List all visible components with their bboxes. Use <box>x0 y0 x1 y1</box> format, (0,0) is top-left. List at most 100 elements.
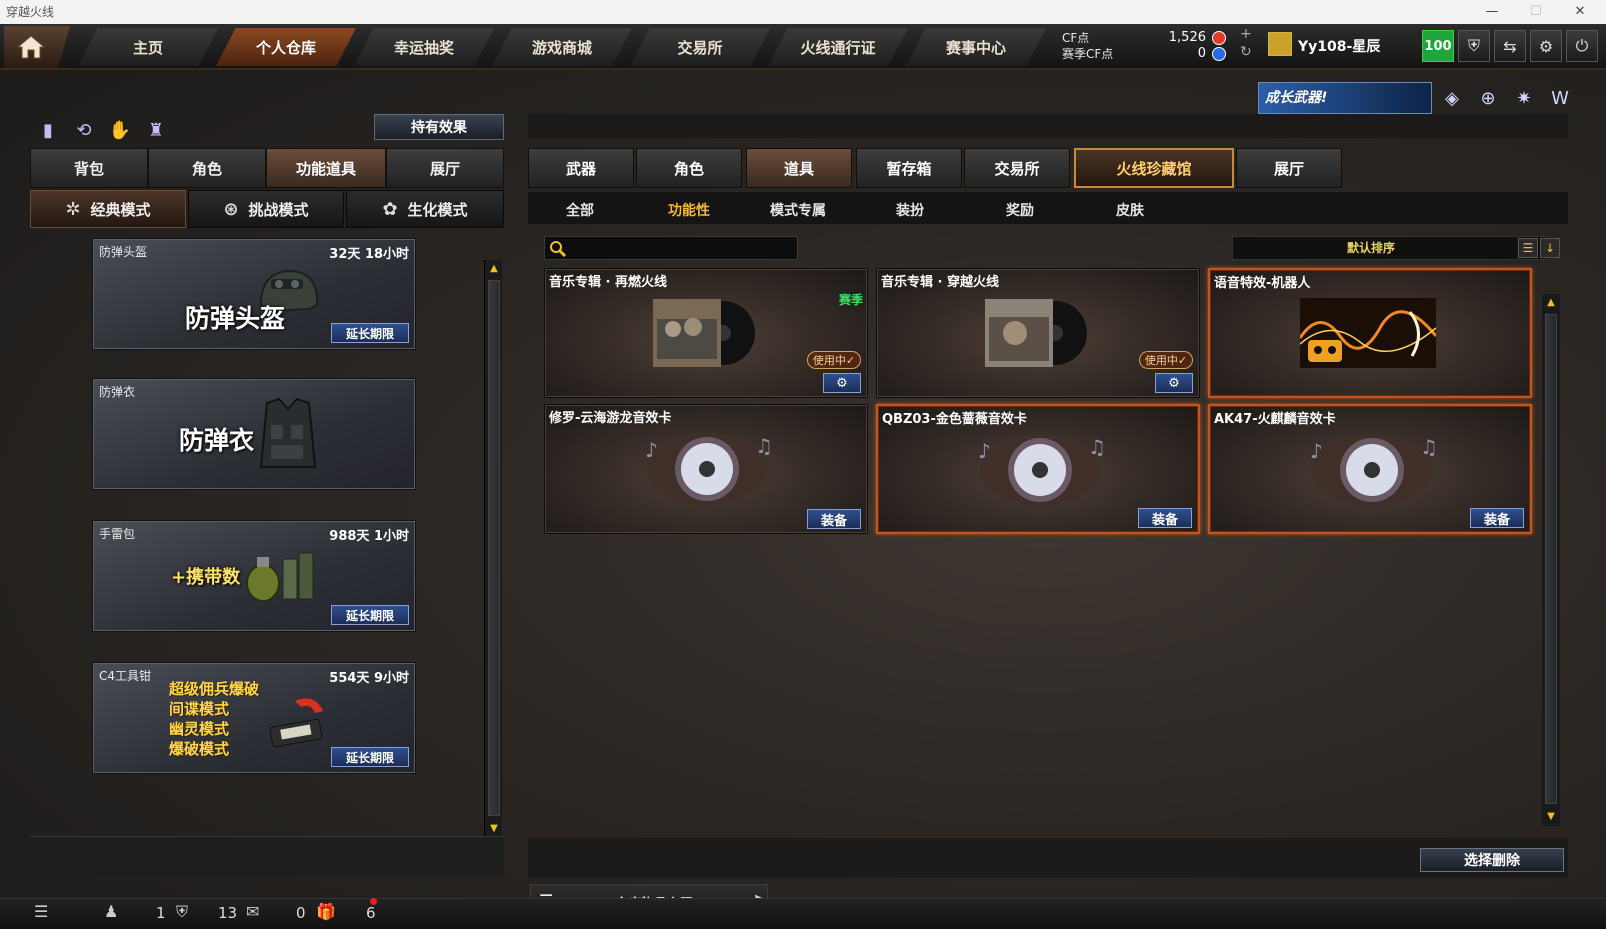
vest-icon <box>259 397 317 468</box>
switch-icon[interactable]: ⇆ <box>1494 30 1526 62</box>
mode-classic[interactable]: ✲ 经典模式 <box>30 190 186 228</box>
tab-roles[interactable]: 角色 <box>636 148 742 188</box>
bag-icon[interactable]: ♜ <box>142 116 170 144</box>
equip-button[interactable]: 装备 <box>1138 508 1192 528</box>
scroll-thumb[interactable] <box>1545 314 1557 804</box>
add-points-icon[interactable]: + <box>1240 26 1252 42</box>
close-icon[interactable]: ✕ <box>1558 0 1602 24</box>
item-card[interactable]: QBZ03-金色蔷薇音效卡 ♪ ♫ 装备 <box>876 404 1200 534</box>
music-album-icon <box>985 299 1087 367</box>
subtab-skin[interactable]: 皮肤 <box>1116 200 1144 220</box>
home-button[interactable] <box>4 26 70 68</box>
globe-icon[interactable]: ⊕ <box>1474 84 1502 112</box>
extend-button[interactable]: 延长期限 <box>331 605 409 625</box>
nav-tab-home[interactable]: 主页 <box>78 28 218 66</box>
item-card[interactable]: 音乐专辑 · 穿越火线 使用中✓ ⚙ <box>876 268 1200 398</box>
scroll-thumb[interactable] <box>488 280 500 816</box>
item-card[interactable]: 音乐专辑 · 再燃火线 赛季 使用中✓ ⚙ <box>544 268 868 398</box>
scroll-up-icon[interactable]: ▲ <box>487 262 501 276</box>
extend-button[interactable]: 延长期限 <box>331 747 409 767</box>
mode-zombie[interactable]: ✿ 生化模式 <box>346 190 504 228</box>
sort-dropdown[interactable]: 默认排序 <box>1232 236 1550 260</box>
equip-button[interactable]: 装备 <box>1470 508 1524 528</box>
nav-tab-shop[interactable]: 游戏商城 <box>492 28 632 66</box>
subtab-functional[interactable]: 功能性 <box>668 200 710 220</box>
left-scrollbar[interactable]: ▲ ▼ <box>484 260 502 838</box>
sound-card-disc-icon: ♪ ♫ <box>645 433 773 505</box>
shield-icon[interactable]: ⛨ <box>1458 30 1490 62</box>
item-card[interactable]: AK47-火麒麟音效卡 ♪ ♫ 装备 <box>1208 404 1532 534</box>
wings-icon[interactable]: ✷ <box>1510 84 1538 112</box>
w-logo-icon[interactable]: W <box>1546 84 1574 112</box>
minimize-icon[interactable]: — <box>1470 0 1514 24</box>
season-coin-icon <box>1212 47 1226 61</box>
mode-challenge[interactable]: ⊛ 挑战模式 <box>188 190 344 228</box>
nav-tab-warehouse[interactable]: 个人仓库 <box>216 28 356 66</box>
settings-button[interactable]: ⚙ <box>1155 373 1193 393</box>
tab-showroom[interactable]: 展厅 <box>386 148 504 188</box>
tab-storage-box[interactable]: 暂存箱 <box>856 148 962 188</box>
stats-icon[interactable]: ▮ <box>34 116 62 144</box>
nav-tab-lottery[interactable]: 幸运抽奖 <box>354 28 494 66</box>
search-input[interactable] <box>544 236 798 260</box>
tab-right-showroom[interactable]: 展厅 <box>1236 148 1342 188</box>
level-badge: 100 <box>1422 30 1454 62</box>
tab-collection-hall[interactable]: 火线珍藏馆 <box>1074 148 1234 188</box>
friends-icon[interactable]: ♟ <box>104 902 118 921</box>
menu-list-icon[interactable]: ☰ <box>34 902 48 921</box>
clan-shield-icon[interactable]: ⛨ <box>176 902 188 922</box>
right-scrollbar[interactable]: ▲ ▼ <box>1542 294 1560 826</box>
nav-tab-exchange[interactable]: 交易所 <box>630 28 770 66</box>
nav-tab-pass[interactable]: 火线通行证 <box>768 28 908 66</box>
hold-effects-button[interactable]: 持有效果 <box>374 114 504 140</box>
sound-card-disc-icon: ♪ ♫ <box>978 434 1106 506</box>
cf-coin-icon <box>1212 31 1226 45</box>
scroll-down-icon[interactable]: ▼ <box>487 822 501 836</box>
list-item[interactable]: 防弹衣 防弹衣 <box>92 378 416 490</box>
select-delete-button[interactable]: 选择删除 <box>1420 848 1564 872</box>
gear-icon[interactable]: ⚙ <box>1530 30 1562 62</box>
gift-icon[interactable]: 🎁 <box>316 902 336 921</box>
tab-functional-items[interactable]: 功能道具 <box>266 148 386 188</box>
window-title: 穿越火线 <box>6 5 55 19</box>
subtab-mode-exclusive[interactable]: 模式专属 <box>770 200 826 220</box>
list-view-icon[interactable]: ☰ <box>1518 238 1538 258</box>
growth-weapon-banner[interactable]: 成长武器! <box>1258 82 1432 114</box>
refresh-icon[interactable]: ↻ <box>1240 44 1252 60</box>
right-footer <box>528 838 1568 878</box>
tab-backpack[interactable]: 背包 <box>30 148 148 188</box>
vip-icon[interactable]: ◈ <box>1438 84 1466 112</box>
svg-text:♪: ♪ <box>1310 439 1323 463</box>
tab-items[interactable]: 道具 <box>746 148 852 188</box>
friends-count: 1 <box>156 904 166 922</box>
list-item[interactable]: 手雷包 988天 1小时 +携带数 延长期限 <box>92 520 416 632</box>
tab-character[interactable]: 角色 <box>148 148 266 188</box>
subtab-all[interactable]: 全部 <box>566 200 594 220</box>
classic-mode-icon: ✲ <box>65 198 81 220</box>
item-card[interactable]: 修罗-云海游龙音效卡 ♪ ♫ 装备 <box>544 404 868 534</box>
nav-tab-events[interactable]: 赛事中心 <box>906 28 1046 66</box>
home-icon <box>16 35 46 59</box>
subtab-costume[interactable]: 装扮 <box>896 200 924 220</box>
scroll-up-icon[interactable]: ▲ <box>1544 296 1558 310</box>
c4-mode-list: 超级佣兵爆破 间谍模式 幽灵模式 爆破模式 <box>169 680 260 758</box>
user-name[interactable]: Yy108-星辰 <box>1298 36 1380 56</box>
history-icon[interactable]: ⟲ <box>70 116 98 144</box>
status-bar <box>0 898 1606 929</box>
item-card[interactable]: 语音特效-机器人 <box>1208 268 1532 398</box>
chat-icon[interactable]: ✉ <box>246 902 259 921</box>
hand-icon[interactable]: ✋ <box>106 116 134 144</box>
power-icon[interactable]: ⏻ <box>1566 30 1598 62</box>
tab-trade[interactable]: 交易所 <box>964 148 1070 188</box>
list-item[interactable]: 防弹头盔 32天 18小时 防弹头盔 延长期限 <box>92 238 416 350</box>
equip-button[interactable]: 装备 <box>807 509 861 529</box>
extend-button[interactable]: 延长期限 <box>331 323 409 343</box>
tab-weapons[interactable]: 武器 <box>528 148 634 188</box>
maximize-icon[interactable]: ☐ <box>1514 0 1558 24</box>
scroll-down-icon[interactable]: ▼ <box>1544 810 1558 824</box>
sort-order-icon[interactable]: ↓ <box>1540 238 1560 258</box>
settings-button[interactable]: ⚙ <box>823 373 861 393</box>
subtab-reward[interactable]: 奖励 <box>1006 200 1034 220</box>
list-item[interactable]: C4工具钳 554天 9小时 超级佣兵爆破 间谍模式 幽灵模式 爆破模式 延长期… <box>92 662 416 774</box>
c4-pliers-icon <box>269 698 323 748</box>
